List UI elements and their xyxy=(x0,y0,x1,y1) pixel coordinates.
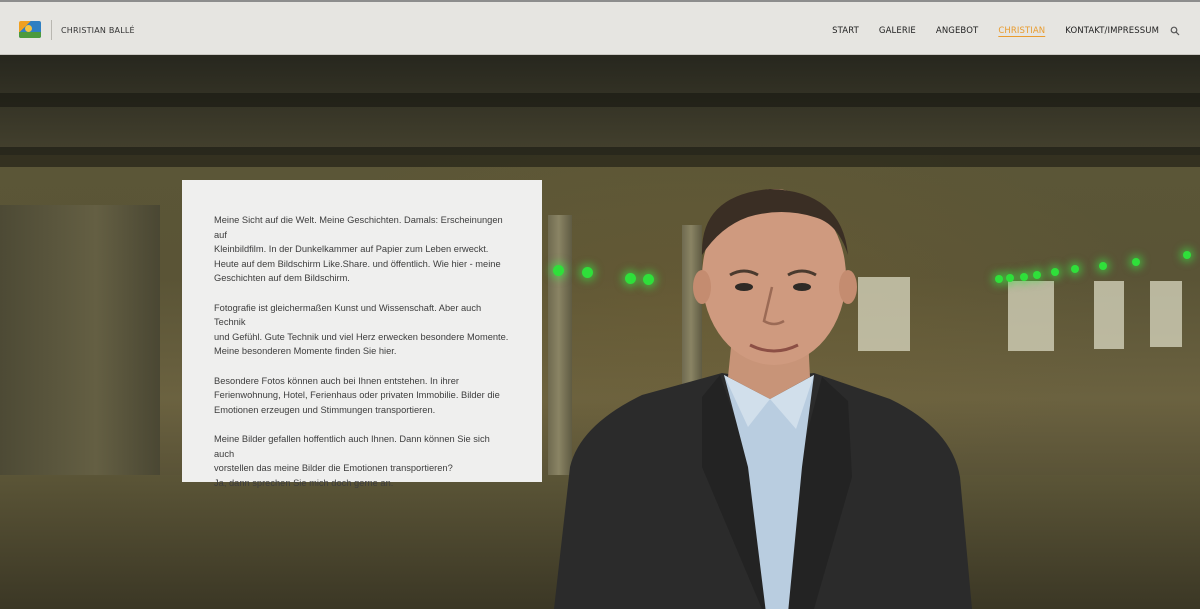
camera-photo-logo-icon[interactable] xyxy=(19,21,41,38)
main-navigation: START GALERIE ANGEBOT CHRISTIAN KONTAKT/… xyxy=(832,26,1159,36)
green-ceiling-light xyxy=(1051,268,1059,276)
about-paragraph: Besondere Fotos können auch bei Ihnen en… xyxy=(214,375,500,415)
about-paragraph: Meine Bilder gefallen hoffentlich auch I… xyxy=(214,433,490,488)
nav-item-start[interactable]: START xyxy=(832,26,859,36)
green-ceiling-light xyxy=(1183,251,1191,259)
logo-hill-shape xyxy=(19,32,41,38)
nav-item-kontakt-impressum[interactable]: KONTAKT/IMPRESSUM xyxy=(1065,26,1159,36)
about-text-panel: Meine Sicht auf die Welt. Meine Geschich… xyxy=(182,180,542,488)
background-window xyxy=(1150,281,1182,347)
site-brand-name[interactable]: CHRISTIAN BALLÉ xyxy=(61,26,135,35)
green-ceiling-light xyxy=(1020,273,1028,281)
search-icon[interactable] xyxy=(1170,26,1180,36)
site-header: CHRISTIAN BALLÉ START GALERIE ANGEBOT CH… xyxy=(0,0,1200,55)
green-ceiling-light xyxy=(1132,258,1140,266)
logo-sun-shape xyxy=(25,25,32,32)
about-paragraph: Meine Sicht auf die Welt. Meine Geschich… xyxy=(214,215,503,284)
background-window xyxy=(1094,281,1124,349)
green-ceiling-light xyxy=(1006,274,1014,282)
green-ceiling-light xyxy=(1099,262,1107,270)
nav-item-christian[interactable]: CHRISTIAN xyxy=(998,26,1045,36)
hero-background-photo xyxy=(0,55,1200,609)
about-paragraph: Fotografie ist gleichermaßen Kunst und W… xyxy=(214,302,509,357)
ceiling-beam xyxy=(0,93,1200,107)
green-ceiling-light xyxy=(995,275,1003,283)
nav-item-angebot[interactable]: ANGEBOT xyxy=(936,26,978,36)
green-ceiling-light xyxy=(1071,265,1079,273)
logo-divider xyxy=(51,20,52,40)
portrait-photo xyxy=(554,189,972,609)
background-window xyxy=(1008,281,1054,351)
green-ceiling-light xyxy=(1033,271,1041,279)
nav-item-galerie[interactable]: GALERIE xyxy=(879,26,916,36)
